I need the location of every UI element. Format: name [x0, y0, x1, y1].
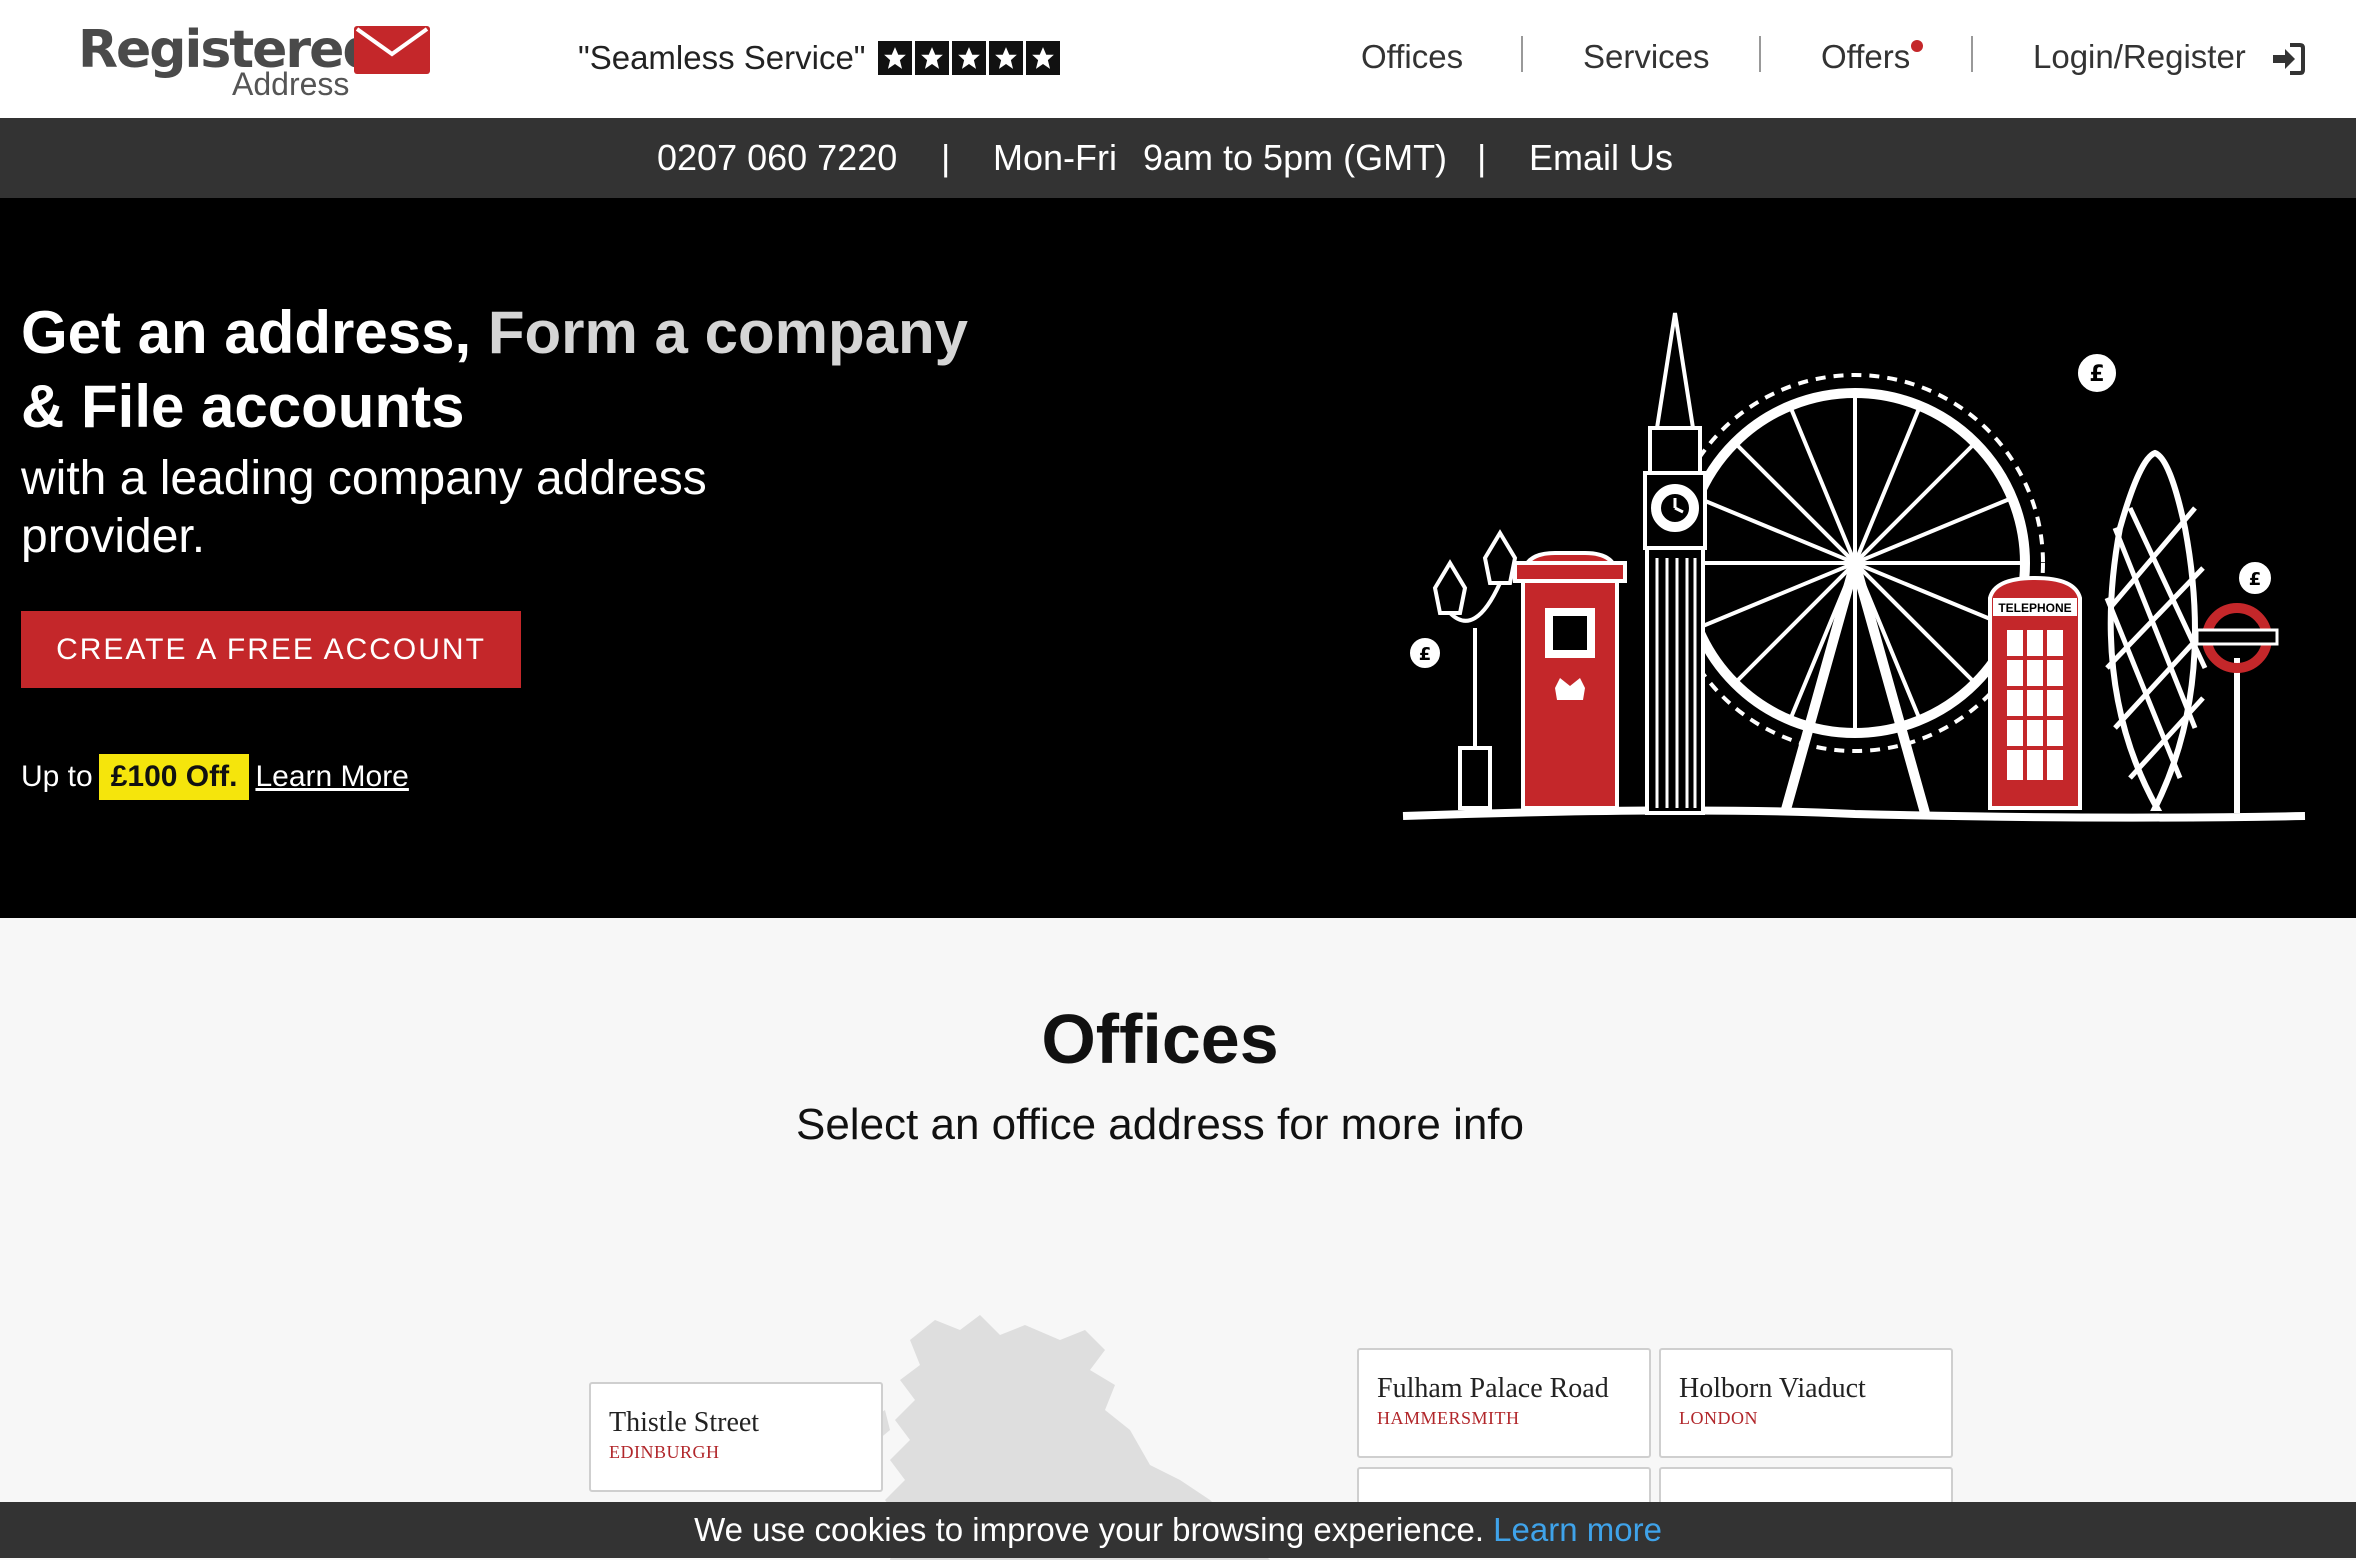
nav-divider	[1759, 36, 1761, 72]
headline-part-2: Form a company	[487, 299, 968, 366]
office-area: HAMMERSMITH	[1377, 1408, 1520, 1428]
hero-banner: Get an address, Form a company & File ac…	[0, 198, 2356, 918]
learn-more-link[interactable]: Learn More	[255, 755, 408, 799]
telephone-label: TELEPHONE	[1998, 601, 2071, 615]
nav-offices[interactable]: Offices	[1361, 32, 1463, 82]
sign-in-icon	[2272, 43, 2305, 76]
headline-part-1: Get an address,	[21, 299, 488, 366]
opening-hours: 9am to 5pm (GMT)	[1143, 137, 1448, 178]
big-ben	[1643, 312, 1707, 815]
office-area: EDINBURGH	[609, 1442, 720, 1462]
nav-divider	[1521, 36, 1523, 72]
phone-number[interactable]: 0207 060 7220	[657, 136, 897, 180]
hero-subheadline: with a leading company address provider.	[21, 452, 707, 563]
office-area: LONDON	[1679, 1408, 1758, 1428]
nav-login[interactable]: Login/Register	[2033, 32, 2305, 82]
svg-text:£: £	[2089, 362, 2104, 387]
office-card-fulham-palace-road[interactable]: Fulham Palace Road HAMMERSMITH	[1357, 1348, 1651, 1458]
contact-divider: |	[1477, 137, 1487, 178]
office-card-thistle-street[interactable]: Thistle Street EDINBURGH	[589, 1382, 883, 1492]
london-skyline-illustration: TELEPHONE £ £ £	[1402, 312, 2306, 822]
cookie-text: We use cookies to improve your browsing …	[694, 1511, 1484, 1548]
office-name: Thistle Street	[609, 1407, 760, 1438]
post-box	[1513, 551, 1627, 810]
telephone-box: TELEPHONE	[1988, 575, 2082, 810]
svg-text:£: £	[2249, 569, 2262, 590]
site-header: Registered Address "Seamless Service" Of…	[0, 0, 2356, 118]
svg-text:£: £	[1419, 644, 1432, 665]
nav-login-label: Login/Register	[2033, 38, 2246, 75]
office-name: Holborn Viaduct	[1679, 1373, 1866, 1404]
create-account-button[interactable]: CREATE A FREE ACCOUNT	[21, 611, 521, 688]
opening-days: Mon-Fri	[993, 137, 1117, 178]
nav-divider	[1971, 36, 1973, 72]
london-eye	[1665, 373, 2045, 815]
promo-prefix: Up to	[21, 760, 93, 793]
main-nav: Offices Services Offers Login/Register	[0, 32, 2356, 82]
email-us-link[interactable]: Email Us	[1529, 136, 1673, 180]
discount-badge: £100 Off.	[98, 754, 250, 800]
contact-bar: 0207 060 7220 | Mon-Fri 9am to 5pm (GMT)…	[0, 118, 2356, 198]
underground-sign-icon	[2195, 603, 2279, 813]
cookie-banner: We use cookies to improve your browsing …	[0, 1502, 2356, 1558]
offices-subheading: Select an office address for more info	[795, 1100, 1525, 1149]
nav-services[interactable]: Services	[1583, 32, 1710, 82]
nav-offers[interactable]: Offers	[1821, 32, 1924, 82]
office-name: Fulham Palace Road	[1377, 1373, 1609, 1404]
offices-heading: Offices	[1041, 1000, 1279, 1078]
promo-line: Up to £100 Off. Learn More	[21, 754, 409, 800]
cookie-learn-more-link[interactable]: Learn more	[1493, 1511, 1662, 1548]
nav-offers-label: Offers	[1821, 38, 1911, 75]
notification-dot	[1911, 40, 1924, 52]
ground-line	[1402, 806, 2306, 822]
office-card-holborn-viaduct[interactable]: Holborn Viaduct LONDON	[1659, 1348, 1953, 1458]
contact-divider: |	[941, 137, 951, 178]
gherkin-building	[2104, 449, 2209, 811]
headline-part-3: & File accounts	[21, 373, 465, 440]
street-lamp	[1432, 529, 1518, 810]
hero-headline: Get an address, Form a company & File ac…	[21, 296, 971, 444]
